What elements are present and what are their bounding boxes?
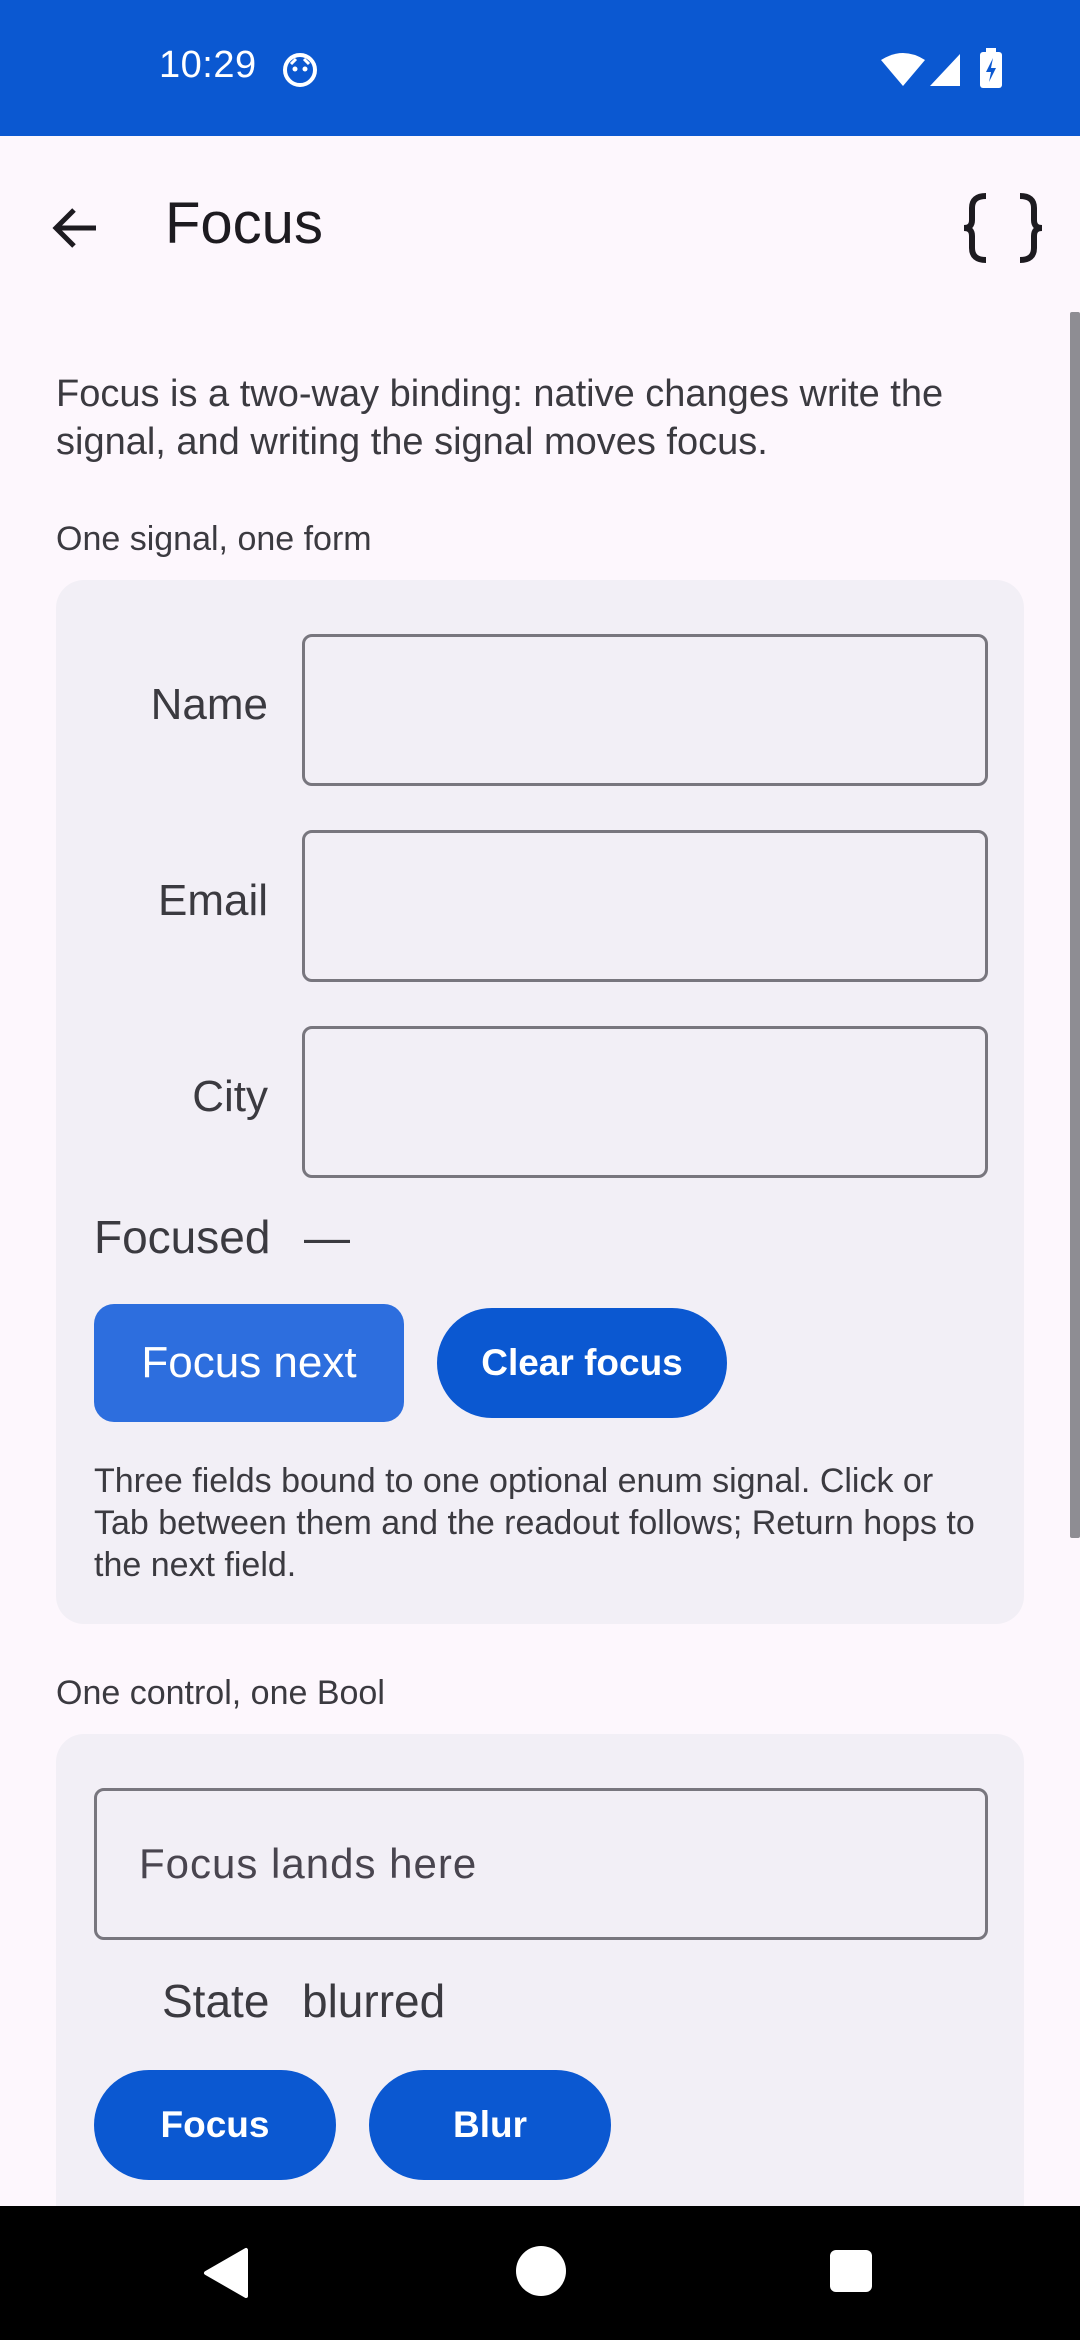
state-value: blurred	[302, 1975, 446, 2027]
city-label: City	[192, 1072, 268, 1121]
top-app-bar: Focus	[0, 136, 1080, 316]
name-label: Name	[150, 680, 268, 729]
email-field[interactable]	[302, 830, 988, 982]
system-nav-bar	[0, 2206, 1080, 2340]
name-field[interactable]	[302, 634, 988, 786]
status-bar: 10:29	[0, 0, 1080, 136]
focused-readout-value: —	[304, 1211, 350, 1263]
nav-home-icon[interactable]	[516, 2246, 566, 2296]
city-field[interactable]	[302, 1026, 988, 1178]
email-label: Email	[157, 876, 268, 925]
arrow-back-icon[interactable]	[44, 196, 108, 260]
intro-text: Focus is a two-way binding: native chang…	[56, 373, 944, 463]
battery-charging-icon	[980, 48, 1002, 88]
state-label: State	[162, 1975, 270, 2027]
focus-next-button[interactable]: Focus next	[94, 1304, 404, 1422]
status-time: 10:29	[159, 44, 257, 86]
form-card: Name Email City Focused — Focus next Cle…	[56, 580, 1024, 1624]
nav-recents-icon[interactable]	[830, 2250, 872, 2292]
nav-back-icon[interactable]	[200, 2246, 254, 2300]
bool-card: Focus lands here State blurred Focus Blu…	[56, 1734, 1024, 2254]
scrollbar-thumb[interactable]	[1070, 312, 1080, 1538]
focus-lands-field[interactable]: Focus lands here	[94, 1788, 988, 1940]
signal-icon	[930, 54, 960, 86]
section-label-bool: One control, one Bool	[56, 1674, 385, 1712]
clear-focus-button[interactable]: Clear focus	[437, 1308, 727, 1418]
focus-button[interactable]: Focus	[94, 2070, 336, 2180]
form-card-note: Three fields bound to one optional enum …	[94, 1462, 975, 1584]
focused-readout-label: Focused	[94, 1211, 271, 1263]
wifi-icon	[881, 53, 925, 86]
section-label-form: One signal, one form	[56, 520, 372, 558]
code-braces-icon[interactable]	[960, 190, 1046, 266]
blur-button[interactable]: Blur	[369, 2070, 611, 2180]
notification-icon	[283, 53, 317, 87]
focus-lands-placeholder: Focus lands here	[139, 1840, 478, 1887]
page-title: Focus	[165, 191, 323, 256]
